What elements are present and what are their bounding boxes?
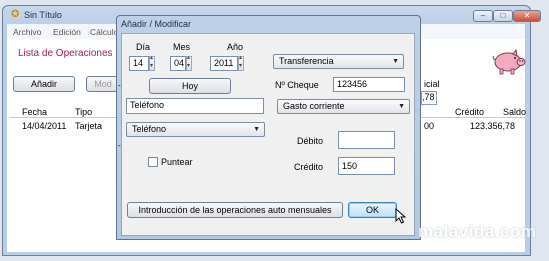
operation-type-value: Transferencia	[279, 56, 334, 66]
day-label: Día	[136, 42, 151, 52]
day-field[interactable]: 14	[129, 56, 149, 71]
auto-monthly-operations-button[interactable]: Introducción de las operaciones auto men…	[127, 202, 343, 218]
piggy-bank-icon	[492, 48, 526, 75]
minimize-button[interactable]: –	[473, 10, 493, 22]
side-marker-2: -	[118, 141, 121, 150]
row-saldo[interactable]: 123.356,78	[470, 121, 515, 131]
row-tipo[interactable]: Tarjeta	[75, 121, 102, 131]
maximize-button[interactable]: □	[493, 10, 513, 22]
mouse-cursor-icon	[395, 208, 407, 224]
balance-label: icial	[424, 79, 440, 89]
puntear-label: Puntear	[161, 157, 193, 167]
debit-label: Débito	[297, 136, 324, 146]
expense-class-select[interactable]: Gasto corriente ▼	[277, 99, 410, 114]
chevron-down-icon: ▼	[253, 126, 260, 133]
credit-label: Crédito	[294, 162, 324, 172]
puntear-checkbox[interactable]	[148, 157, 158, 167]
menu-edicion[interactable]: Edición	[53, 27, 81, 37]
operation-type-select[interactable]: Transferencia ▼	[273, 54, 404, 69]
debit-field[interactable]	[338, 131, 395, 149]
expense-class-value: Gasto corriente	[283, 101, 345, 111]
watermark: malavida.com	[418, 222, 537, 241]
credit-field[interactable]: 150	[338, 157, 395, 175]
close-button[interactable]: ✕	[513, 10, 541, 22]
col-saldo[interactable]: Saldo	[503, 107, 526, 117]
window-title: Sin Título	[24, 10, 62, 20]
menu-archivo[interactable]: Archivo	[13, 27, 41, 37]
row-fecha[interactable]: 14/04/2011	[22, 121, 66, 131]
menu-calculo[interactable]: Cálculo	[90, 27, 118, 37]
category-select-value: Teléfono	[132, 124, 167, 134]
cheque-label: Nº Cheque	[275, 80, 319, 90]
year-field[interactable]: 2011	[210, 56, 238, 71]
side-marker-1: -	[118, 81, 121, 90]
year-label: Año	[227, 42, 244, 52]
page-title: Lista de Operaciones	[18, 48, 113, 59]
today-button[interactable]: Hoy	[149, 78, 231, 94]
row-amount-partial[interactable]: 00	[424, 121, 434, 131]
dialog-title: Añadir / Modificar	[121, 19, 192, 29]
modify-operation-button[interactable]: Mod	[86, 76, 120, 92]
category-select[interactable]: Teléfono ▼	[126, 122, 265, 137]
year-spinner[interactable]	[238, 54, 244, 71]
cheque-field[interactable]: 123456	[333, 77, 405, 92]
add-operation-button[interactable]: Añadir	[13, 76, 75, 92]
chevron-down-icon: ▼	[398, 103, 405, 110]
month-label: Mes	[173, 42, 191, 52]
chevron-down-icon: ▼	[392, 58, 399, 65]
description-field[interactable]: Teléfono	[126, 98, 264, 114]
month-field[interactable]: 04	[170, 56, 186, 71]
day-spinner[interactable]	[149, 54, 155, 71]
col-fecha[interactable]: Fecha	[22, 107, 47, 117]
balance-field: ,78	[421, 91, 437, 105]
ok-button[interactable]: OK	[348, 202, 397, 218]
app-icon: ✪	[11, 9, 20, 20]
col-tipo[interactable]: Tipo	[75, 107, 92, 117]
month-spinner[interactable]	[186, 54, 192, 71]
col-credito[interactable]: Crédito	[455, 107, 484, 117]
